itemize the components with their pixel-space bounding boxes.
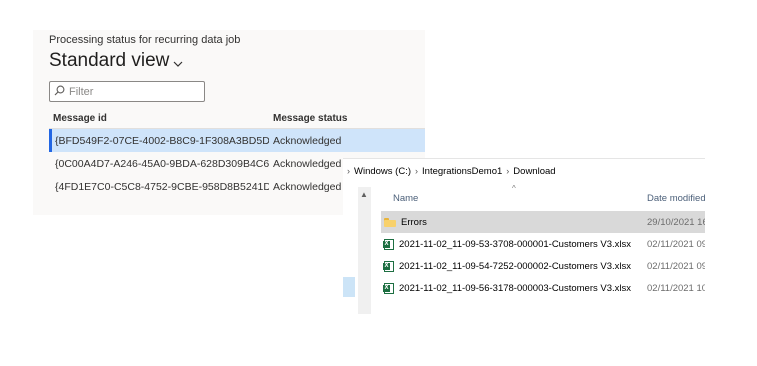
column-header-name[interactable]: Name [381, 193, 647, 204]
chevron-right-icon[interactable]: › [411, 166, 422, 176]
file-name: 2021-11-02_11-09-56-3178-000003-Customer… [399, 282, 632, 294]
breadcrumb: › Windows (C:) › IntegrationsDemo1 › Dow… [343, 159, 705, 183]
view-selector[interactable]: Standard view [49, 50, 183, 72]
grid-header: Message id Message status [49, 108, 425, 129]
message-id-cell: {BFD549F2-07CE-4002-B8C9-1F308A3BD5D1} [55, 134, 269, 147]
column-header-message-status[interactable]: Message status [269, 113, 423, 124]
file-list-header: ^ Name Date modified [381, 184, 705, 211]
message-status-cell: Acknowledged [273, 134, 342, 147]
date-modified-cell: 02/11/2021 09 [647, 260, 705, 272]
breadcrumb-item-download[interactable]: Download [513, 166, 555, 177]
list-item[interactable]: X 2021-11-02_11-09-54-7252-000002-Custom… [381, 255, 705, 277]
chevron-right-icon[interactable]: › [343, 166, 354, 176]
list-item[interactable]: X 2021-11-02_11-09-53-3708-000001-Custom… [381, 233, 705, 255]
navigation-pane-selection[interactable] [343, 277, 355, 297]
list-item[interactable]: Errors 29/10/2021 16 [381, 211, 705, 233]
message-id-cell: {0C00A4D7-A246-45A0-9BDA-628D309B4C69} [55, 157, 269, 170]
date-modified-cell: 29/10/2021 16 [647, 216, 705, 228]
file-name: 2021-11-02_11-09-54-7252-000002-Customer… [399, 260, 632, 272]
folder-icon [384, 217, 396, 227]
file-list: ^ Name Date modified Errors 29/10/2021 1… [381, 184, 705, 299]
table-row[interactable]: {BFD549F2-07CE-4002-B8C9-1F308A3BD5D1} A… [49, 129, 425, 152]
sort-ascending-icon: ^ [512, 184, 516, 193]
file-name-cell: Errors [381, 217, 647, 228]
chevron-right-icon[interactable]: › [502, 166, 513, 176]
message-id-cell: {4FD1E7C0-C5C8-4752-9CBE-958D8B5241DA} [55, 180, 269, 193]
view-title: Standard view [49, 50, 170, 71]
file-name-cell: X 2021-11-02_11-09-56-3178-000003-Custom… [381, 282, 647, 294]
list-item[interactable]: X 2021-11-02_11-09-56-3178-000003-Custom… [381, 277, 705, 299]
filter-input[interactable] [69, 85, 189, 98]
file-name: 2021-11-02_11-09-53-3708-000001-Customer… [399, 238, 632, 250]
column-header-message-id[interactable]: Message id [49, 113, 269, 124]
excel-file-icon: X [383, 282, 394, 294]
excel-file-icon: X [383, 238, 394, 250]
scrollbar[interactable]: ▲ [358, 187, 371, 314]
breadcrumb-item-integrations[interactable]: IntegrationsDemo1 [422, 166, 502, 177]
page-caption: Processing status for recurring data job [49, 34, 241, 46]
file-name-cell: X 2021-11-02_11-09-53-3708-000001-Custom… [381, 238, 647, 250]
date-modified-cell: 02/11/2021 10 [647, 282, 705, 294]
scroll-up-icon[interactable]: ▲ [360, 190, 368, 199]
file-name: Errors [401, 216, 427, 228]
date-modified-cell: 02/11/2021 09 [647, 238, 705, 250]
column-header-date-modified[interactable]: Date modified [647, 193, 705, 204]
file-explorer-window: › Windows (C:) › IntegrationsDemo1 › Dow… [343, 158, 705, 314]
file-name-cell: X 2021-11-02_11-09-54-7252-000002-Custom… [381, 260, 647, 272]
filter-field[interactable] [49, 81, 205, 102]
breadcrumb-item-drive[interactable]: Windows (C:) [354, 166, 411, 177]
search-icon [54, 83, 65, 101]
chevron-down-icon [173, 58, 183, 70]
excel-file-icon: X [383, 260, 394, 272]
